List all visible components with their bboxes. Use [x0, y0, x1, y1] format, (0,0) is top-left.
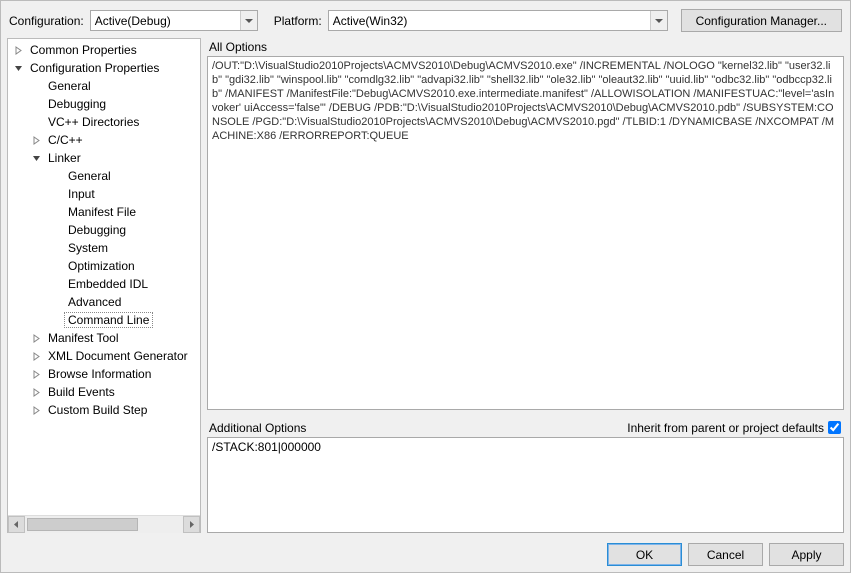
scroll-left-icon[interactable]: [8, 516, 25, 533]
tree-item-label: Manifest File: [64, 204, 140, 220]
tree-item-label: Debugging: [64, 222, 130, 238]
tree-item-label: General: [64, 168, 115, 184]
tree-item-label: XML Document Generator: [44, 348, 192, 364]
twisty-closed-icon[interactable]: [30, 386, 42, 398]
tree-item[interactable]: Debugging: [8, 95, 200, 113]
right-pane: All Options /OUT:"D:\VisualStudio2010Pro…: [207, 38, 844, 533]
tree-item[interactable]: Common Properties: [8, 41, 200, 59]
tree-item[interactable]: Linker: [8, 149, 200, 167]
main-area: Common Properties Configuration Propertie…: [7, 38, 844, 533]
inherit-label: Inherit from parent or project defaults: [627, 421, 824, 435]
additional-options-textarea[interactable]: /STACK:801|000000: [207, 437, 844, 533]
ok-button[interactable]: OK: [607, 543, 682, 566]
twisty-closed-icon[interactable]: [30, 404, 42, 416]
tree-item[interactable]: Custom Build Step: [8, 401, 200, 419]
twisty-open-icon[interactable]: [12, 62, 24, 74]
all-options-textarea[interactable]: /OUT:"D:\VisualStudio2010Projects\ACMVS2…: [207, 56, 844, 410]
property-pages-panel: Configuration: Active(Debug) Platform: A…: [0, 0, 851, 573]
twisty-closed-icon[interactable]: [30, 368, 42, 380]
tree-item[interactable]: Manifest File: [8, 203, 200, 221]
tree-item[interactable]: General: [8, 167, 200, 185]
tree-item-label: Embedded IDL: [64, 276, 152, 292]
scrollbar-thumb[interactable]: [27, 518, 138, 531]
additional-options-label: Additional Options: [209, 421, 306, 435]
configuration-label: Configuration:: [9, 14, 84, 28]
property-tree[interactable]: Common Properties Configuration Propertie…: [7, 38, 201, 533]
tree-item-label: Manifest Tool: [44, 330, 122, 346]
configuration-select[interactable]: Active(Debug): [90, 10, 258, 31]
tree-item[interactable]: Browse Information: [8, 365, 200, 383]
tree-item[interactable]: Input: [8, 185, 200, 203]
scrollbar-track[interactable]: [25, 516, 183, 533]
tree-item-label: Command Line: [64, 312, 153, 328]
horizontal-scrollbar[interactable]: [8, 515, 200, 532]
tree-item[interactable]: Configuration Properties: [8, 59, 200, 77]
tree-item[interactable]: VC++ Directories: [8, 113, 200, 131]
tree-item-label: Input: [64, 186, 99, 202]
tree-item[interactable]: C/C++: [8, 131, 200, 149]
tree-item-label: Build Events: [44, 384, 119, 400]
tree-item-label: Linker: [44, 150, 85, 166]
tree-item[interactable]: System: [8, 239, 200, 257]
tree-item[interactable]: Manifest Tool: [8, 329, 200, 347]
dialog-button-row: OK Cancel Apply: [7, 543, 844, 566]
apply-button[interactable]: Apply: [769, 543, 844, 566]
tree-item-label: Optimization: [64, 258, 139, 274]
twisty-closed-icon[interactable]: [30, 350, 42, 362]
tree-item-label: System: [64, 240, 112, 256]
tree-item-label: Common Properties: [26, 42, 141, 58]
platform-select[interactable]: Active(Win32): [328, 10, 668, 31]
tree-item[interactable]: XML Document Generator: [8, 347, 200, 365]
cancel-button[interactable]: Cancel: [688, 543, 763, 566]
twisty-closed-icon[interactable]: [30, 134, 42, 146]
inherit-checkbox[interactable]: [828, 421, 841, 434]
tree-scroll: Common Properties Configuration Propertie…: [8, 39, 200, 515]
twisty-closed-icon[interactable]: [12, 44, 24, 56]
tree-item-label: Debugging: [44, 96, 110, 112]
top-config-row: Configuration: Active(Debug) Platform: A…: [7, 5, 844, 38]
tree-item[interactable]: General: [8, 77, 200, 95]
tree-item-label: Custom Build Step: [44, 402, 151, 418]
tree-item[interactable]: Embedded IDL: [8, 275, 200, 293]
tree-item-label: C/C++: [44, 132, 87, 148]
tree-item-label: Advanced: [64, 294, 125, 310]
platform-value: Active(Win32): [333, 14, 408, 28]
twisty-closed-icon[interactable]: [30, 332, 42, 344]
configuration-value: Active(Debug): [95, 14, 171, 28]
scroll-right-icon[interactable]: [183, 516, 200, 533]
tree-item-label: Configuration Properties: [26, 60, 163, 76]
twisty-open-icon[interactable]: [30, 152, 42, 164]
tree-item-label: General: [44, 78, 95, 94]
platform-label: Platform:: [274, 14, 322, 28]
configuration-manager-button[interactable]: Configuration Manager...: [681, 9, 842, 32]
all-options-label: All Options: [209, 40, 844, 54]
tree-item[interactable]: Build Events: [8, 383, 200, 401]
tree-item-label: VC++ Directories: [44, 114, 143, 130]
chevron-down-icon: [240, 11, 257, 30]
tree-item[interactable]: Debugging: [8, 221, 200, 239]
tree-item[interactable]: Advanced: [8, 293, 200, 311]
tree-item[interactable]: Command Line: [8, 311, 200, 329]
tree-item[interactable]: Optimization: [8, 257, 200, 275]
chevron-down-icon: [650, 11, 667, 30]
tree-item-label: Browse Information: [44, 366, 155, 382]
